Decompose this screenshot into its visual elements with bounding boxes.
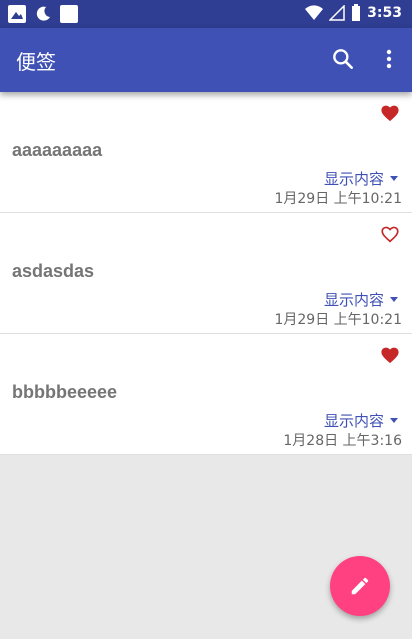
note-title: aaaaaaaaa — [12, 140, 103, 160]
notes-list: aaaaaaaaa 显示内容 1月29日 上午10:21 asdasdas 显示… — [0, 92, 412, 455]
page-title: 便签 — [16, 50, 56, 74]
wifi-icon — [305, 5, 324, 21]
note-title: asdasdas — [12, 261, 95, 281]
show-content-label: 显示内容 — [323, 291, 384, 309]
note-card[interactable]: asdasdas 显示内容 1月29日 上午10:21 — [0, 213, 412, 334]
heart-outline-icon — [381, 226, 399, 243]
favorite-toggle[interactable] — [380, 104, 400, 122]
more-vert-icon — [386, 49, 392, 69]
dropdown-caret-icon — [390, 176, 398, 181]
note-title: bbbbbeeeee — [12, 382, 118, 402]
note-date: 1月29日 上午10:21 — [274, 191, 402, 207]
heart-filled-icon — [381, 347, 399, 364]
show-content-label: 显示内容 — [323, 412, 384, 430]
show-content-dropdown[interactable]: 显示内容 — [324, 410, 398, 431]
moon-icon — [36, 6, 50, 21]
image-notification-icon — [8, 5, 26, 23]
note-date: 1月28日 上午3:16 — [283, 433, 402, 449]
search-button[interactable] — [330, 46, 356, 72]
show-content-dropdown[interactable]: 显示内容 — [324, 168, 398, 189]
show-content-label: 显示内容 — [323, 170, 384, 188]
favorite-toggle[interactable] — [380, 225, 400, 243]
search-icon — [333, 49, 353, 69]
status-time: 3:53 — [367, 5, 402, 21]
new-note-fab[interactable] — [330, 556, 390, 616]
more-options-button[interactable] — [380, 46, 398, 72]
signal-icon — [329, 5, 345, 21]
note-card[interactable]: bbbbbeeeee 显示内容 1月28日 上午3:16 — [0, 334, 412, 455]
status-bar: 3:53 — [0, 0, 412, 28]
system-icons: 3:53 — [305, 4, 402, 22]
blank-notification-icon — [60, 5, 78, 23]
note-date: 1月29日 上午10:21 — [274, 312, 402, 328]
note-card[interactable]: aaaaaaaaa 显示内容 1月29日 上午10:21 — [0, 92, 412, 213]
dropdown-caret-icon — [390, 418, 398, 423]
notification-icons — [8, 5, 78, 23]
favorite-toggle[interactable] — [380, 346, 400, 364]
heart-filled-icon — [381, 105, 399, 122]
battery-icon — [352, 4, 361, 21]
app-bar: 便签 — [0, 28, 412, 92]
show-content-dropdown[interactable]: 显示内容 — [324, 289, 398, 310]
pencil-icon — [351, 577, 369, 595]
dropdown-caret-icon — [390, 297, 398, 302]
